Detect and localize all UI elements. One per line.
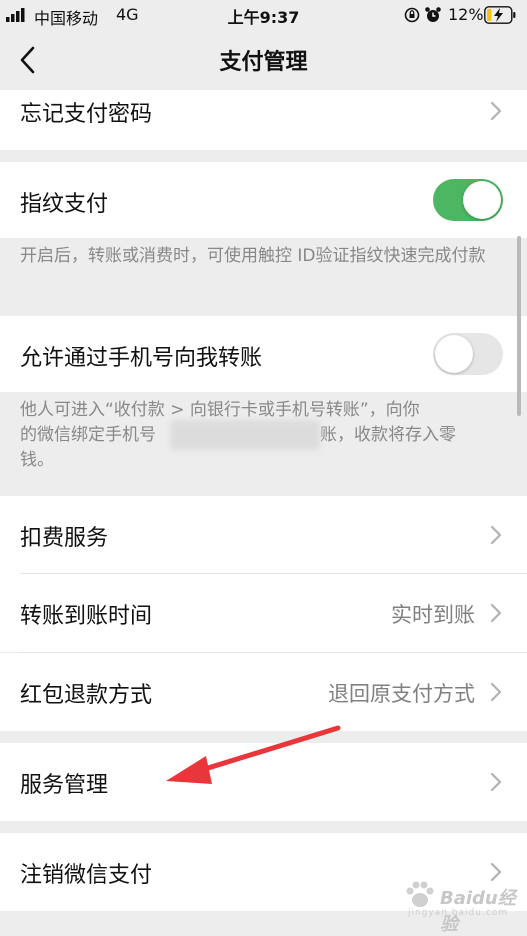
toggle-knob: [435, 335, 473, 373]
transfer-time-row[interactable]: 转账到账时间 实时到账: [0, 574, 527, 652]
redpacket-refund-row[interactable]: 红包退款方式 退回原支付方式: [0, 653, 527, 731]
battery-charging-icon: [484, 6, 516, 24]
scroll-indicator[interactable]: [517, 236, 521, 416]
deduction-service-row[interactable]: 扣费服务: [0, 496, 527, 574]
fingerprint-pay-toggle[interactable]: [433, 179, 503, 221]
toggle-knob: [463, 181, 501, 219]
service-management-row[interactable]: 服务管理: [0, 743, 527, 821]
chevron-right-icon: [490, 525, 502, 545]
chevron-right-icon: [490, 603, 502, 623]
watermark-subtext: jingyan.baidu.com: [408, 908, 509, 918]
chevron-right-icon: [490, 101, 502, 121]
phone-transfer-desc-line2-start: 的微信绑定手机号: [20, 425, 156, 445]
navigation-bar: 支付管理: [0, 30, 527, 90]
cancel-wechat-pay-label: 注销微信支付: [20, 863, 153, 888]
phone-transfer-desc-line2-end: 账，收款将存入零: [320, 425, 456, 445]
baidu-jingyan-watermark: Baidu经验 jingyan.baidu.com: [400, 880, 518, 935]
transfer-time-label: 转账到账时间: [20, 604, 153, 629]
redacted-phone-number: [170, 420, 320, 450]
fingerprint-pay-description: 开启后，转账或消费时，可使用触控 ID验证指纹快速完成付款: [20, 246, 486, 266]
chevron-right-icon: [490, 682, 502, 702]
chevron-right-icon: [490, 772, 502, 792]
redpacket-refund-value: 退回原支付方式: [328, 682, 475, 706]
paw-logo-icon: [406, 881, 434, 907]
phone-transfer-desc-line3: 钱。: [20, 450, 54, 470]
fingerprint-pay-row: 指纹支付: [0, 162, 527, 238]
transfer-time-value: 实时到账: [391, 603, 475, 627]
fingerprint-pay-label: 指纹支付: [20, 192, 109, 217]
phone-transfer-label: 允许通过手机号向我转账: [20, 346, 263, 371]
alarm-clock-icon: [425, 7, 441, 22]
deduction-service-label: 扣费服务: [20, 526, 109, 551]
forgot-password-row[interactable]: 忘记支付密码: [0, 90, 527, 150]
rotation-lock-icon: [404, 7, 420, 23]
phone-transfer-toggle[interactable]: [433, 333, 503, 375]
redpacket-refund-label: 红包退款方式: [20, 683, 153, 708]
forgot-password-label: 忘记支付密码: [20, 102, 153, 127]
phone-transfer-row: 允许通过手机号向我转账: [0, 316, 527, 392]
service-management-label: 服务管理: [20, 773, 109, 798]
status-bar: 中国移动 4G 上午9:37 12%: [0, 0, 527, 30]
page-title: 支付管理: [219, 50, 308, 75]
battery-percent: 12%: [448, 5, 484, 24]
